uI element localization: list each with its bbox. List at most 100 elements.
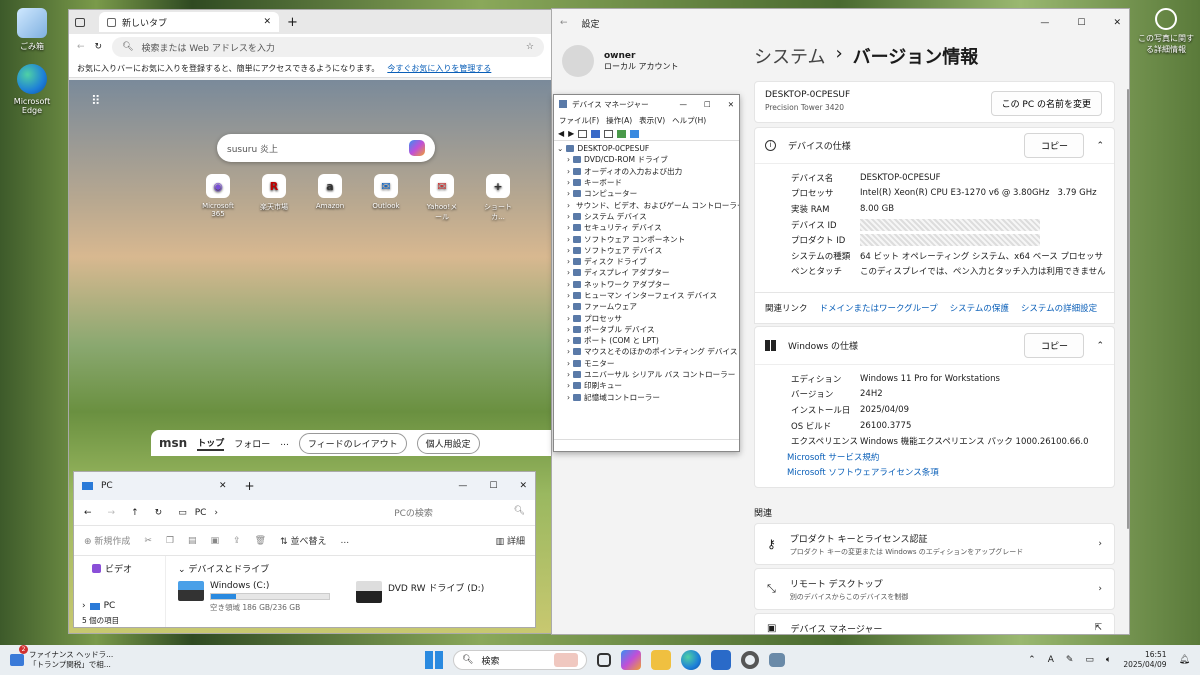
pen-icon[interactable]: ✎: [1066, 655, 1074, 665]
close-icon[interactable]: ✕: [219, 481, 227, 491]
msn-logo[interactable]: msn: [159, 436, 187, 450]
update-driver-icon[interactable]: [617, 129, 627, 138]
back-icon[interactable]: ←: [560, 18, 568, 28]
close-window-icon[interactable]: ✕: [1113, 18, 1121, 28]
favorite-star-icon[interactable]: ☆: [526, 42, 534, 52]
tab-actions-icon[interactable]: [75, 17, 85, 27]
system-protection-link[interactable]: システムの保護: [950, 302, 1009, 314]
maximize-icon[interactable]: ☐: [1077, 18, 1085, 28]
tree-item[interactable]: › ヒューマン インターフェイス デバイス: [557, 290, 739, 301]
drive-c[interactable]: Windows (C:) 空き領域 186 GB/236 GB: [178, 581, 330, 613]
tab-top[interactable]: トップ: [197, 436, 225, 451]
advanced-system-settings-link[interactable]: システムの詳細設定: [1021, 302, 1097, 314]
back-icon[interactable]: ←: [77, 42, 85, 52]
chevron-up-icon[interactable]: ⌃: [1096, 341, 1104, 351]
windows-spec-header[interactable]: Windows の仕様 コピー ⌃: [755, 327, 1114, 365]
tree-item[interactable]: › ユニバーサル シリアル バス コントローラー: [557, 369, 739, 380]
copy-icon[interactable]: ❐: [166, 536, 174, 546]
edge-tab-new[interactable]: 新しいタブ ✕: [99, 12, 279, 32]
menu-help[interactable]: ヘルプ(H): [672, 115, 706, 126]
more-button[interactable]: ...: [340, 536, 349, 546]
start-icon[interactable]: [425, 651, 443, 669]
tree-item[interactable]: › ファームウェア: [557, 301, 739, 312]
search-input[interactable]: PCの検索 🔍︎: [394, 506, 525, 519]
desktop-icon-edge[interactable]: Microsoft Edge: [4, 64, 60, 115]
tree-item[interactable]: › ネットワーク アダプター: [557, 279, 739, 290]
quick-link-amazon[interactable]: a Amazon: [313, 174, 347, 222]
close-icon[interactable]: ✕: [263, 17, 271, 27]
up-icon[interactable]: ↑: [131, 508, 139, 518]
tree-item[interactable]: › システム デバイス: [557, 211, 739, 222]
device-spec-header[interactable]: i デバイスの仕様 コピー ⌃: [755, 128, 1114, 164]
scrollbar[interactable]: [1127, 89, 1129, 529]
sort-button[interactable]: ⇅ 並べ替え: [280, 534, 326, 547]
tree-item[interactable]: › ソフトウェア コンポーネント: [557, 233, 739, 244]
share-icon[interactable]: ⇪: [233, 536, 241, 546]
close-window-icon[interactable]: ✕: [519, 481, 527, 491]
tree-item[interactable]: › 記憶域コントローラー: [557, 392, 739, 403]
sidebar-item-pc[interactable]: › PC: [82, 601, 165, 611]
help-icon[interactable]: [591, 129, 601, 138]
cut-icon[interactable]: ✂: [144, 536, 152, 546]
network-icon[interactable]: ▭: [1085, 655, 1094, 665]
clock[interactable]: 16:51 2025/04/09: [1123, 650, 1166, 670]
feed-layout-button[interactable]: フィードのレイアウト: [298, 432, 407, 454]
news-widget[interactable]: 2 ファイナンス ヘッドラ... 「トランプ関税」で相...: [0, 645, 140, 670]
chevron-up-icon[interactable]: ⌃: [1096, 141, 1104, 151]
device-manager-icon[interactable]: [769, 653, 785, 667]
properties-icon[interactable]: [578, 129, 588, 138]
minimize-icon[interactable]: —: [1040, 18, 1049, 28]
ntp-search-box[interactable]: susuru 炎上: [217, 134, 435, 162]
menu-view[interactable]: 表示(V): [639, 115, 665, 126]
tree-item[interactable]: › セキュリティ デバイス: [557, 222, 739, 233]
more-button[interactable]: ...: [280, 438, 289, 448]
forward-icon[interactable]: ▶: [568, 129, 574, 138]
tree-item[interactable]: › ディスク ドライブ: [557, 256, 739, 267]
tree-item[interactable]: › サウンド、ビデオ、およびゲーム コントローラー: [557, 199, 739, 210]
chevron-up-icon[interactable]: ⌃: [1028, 655, 1036, 665]
menu-file[interactable]: ファイル(F): [559, 115, 599, 126]
notification-bell-icon[interactable]: 🔔︎: [1179, 655, 1190, 665]
photo-info-button[interactable]: この写真に関する詳細情報: [1136, 8, 1196, 55]
copy-button[interactable]: コピー: [1024, 333, 1085, 358]
license-terms-link[interactable]: Microsoft ソフトウェアライセンス条項: [787, 465, 1114, 481]
quick-link-microsoft365[interactable]: ◉ Microsoft 365: [201, 174, 235, 222]
tree-item[interactable]: › オーディオの入力および出力: [557, 166, 739, 177]
tree-root[interactable]: ⌄ DESKTOP-0CPESUF: [557, 143, 739, 154]
service-agreement-link[interactable]: Microsoft サービス規約: [787, 449, 1114, 465]
paste-icon[interactable]: ▤: [188, 536, 197, 546]
store-icon[interactable]: [711, 650, 731, 670]
copy-button[interactable]: コピー: [1024, 133, 1085, 158]
breadcrumb[interactable]: ▭ PC ›: [178, 508, 378, 518]
quick-link-rakuten[interactable]: R 楽天市場: [257, 174, 291, 222]
ime-indicator[interactable]: A: [1048, 655, 1054, 665]
tree-item[interactable]: › キーボード: [557, 177, 739, 188]
scan-icon[interactable]: [604, 129, 614, 138]
back-icon[interactable]: ←: [84, 508, 92, 518]
maximize-icon[interactable]: ☐: [704, 100, 711, 109]
edge-icon[interactable]: [681, 650, 701, 670]
tab-follow[interactable]: フォロー: [234, 437, 270, 450]
settings-gear-icon[interactable]: [741, 651, 759, 669]
menu-action[interactable]: 操作(A): [606, 115, 632, 126]
domain-workgroup-link[interactable]: ドメインまたはワークグループ: [820, 302, 938, 314]
taskbar-search[interactable]: 🔍︎ 検索: [453, 650, 587, 670]
copilot-icon[interactable]: [621, 650, 641, 670]
refresh-icon[interactable]: ↻: [155, 508, 163, 518]
related-item-device-manager[interactable]: ▣ デバイス マネージャー ⇱: [754, 613, 1115, 634]
back-icon[interactable]: ◀: [558, 129, 564, 138]
forward-icon[interactable]: →: [108, 508, 116, 518]
related-item-remote-desktop[interactable]: ⤡ リモート デスクトップ 別のデバイスからこのデバイスを制御 ›: [754, 568, 1115, 610]
tree-item[interactable]: › ソフトウェア デバイス: [557, 245, 739, 256]
quick-link-add-shortcut[interactable]: + ショートカ...: [481, 174, 515, 222]
new-button[interactable]: ⊕ 新規作成: [84, 534, 130, 547]
personalize-button[interactable]: 個人用設定: [416, 432, 480, 454]
tree-item[interactable]: › ディスプレイ アダプター: [557, 267, 739, 278]
refresh-icon[interactable]: ↻: [95, 42, 103, 52]
minimize-icon[interactable]: —: [458, 481, 467, 491]
related-item-product-key[interactable]: ⚷ プロダクト キーとライセンス認証 プロダクト キーの変更または Windows…: [754, 523, 1115, 565]
tree-item[interactable]: › 印刷キュー: [557, 380, 739, 391]
address-bar[interactable]: 🔍︎ 検索または Web アドレスを入力 ☆: [112, 37, 544, 57]
user-profile[interactable]: owner ローカル アカウント: [562, 45, 679, 77]
monitor-icon[interactable]: [630, 129, 640, 138]
